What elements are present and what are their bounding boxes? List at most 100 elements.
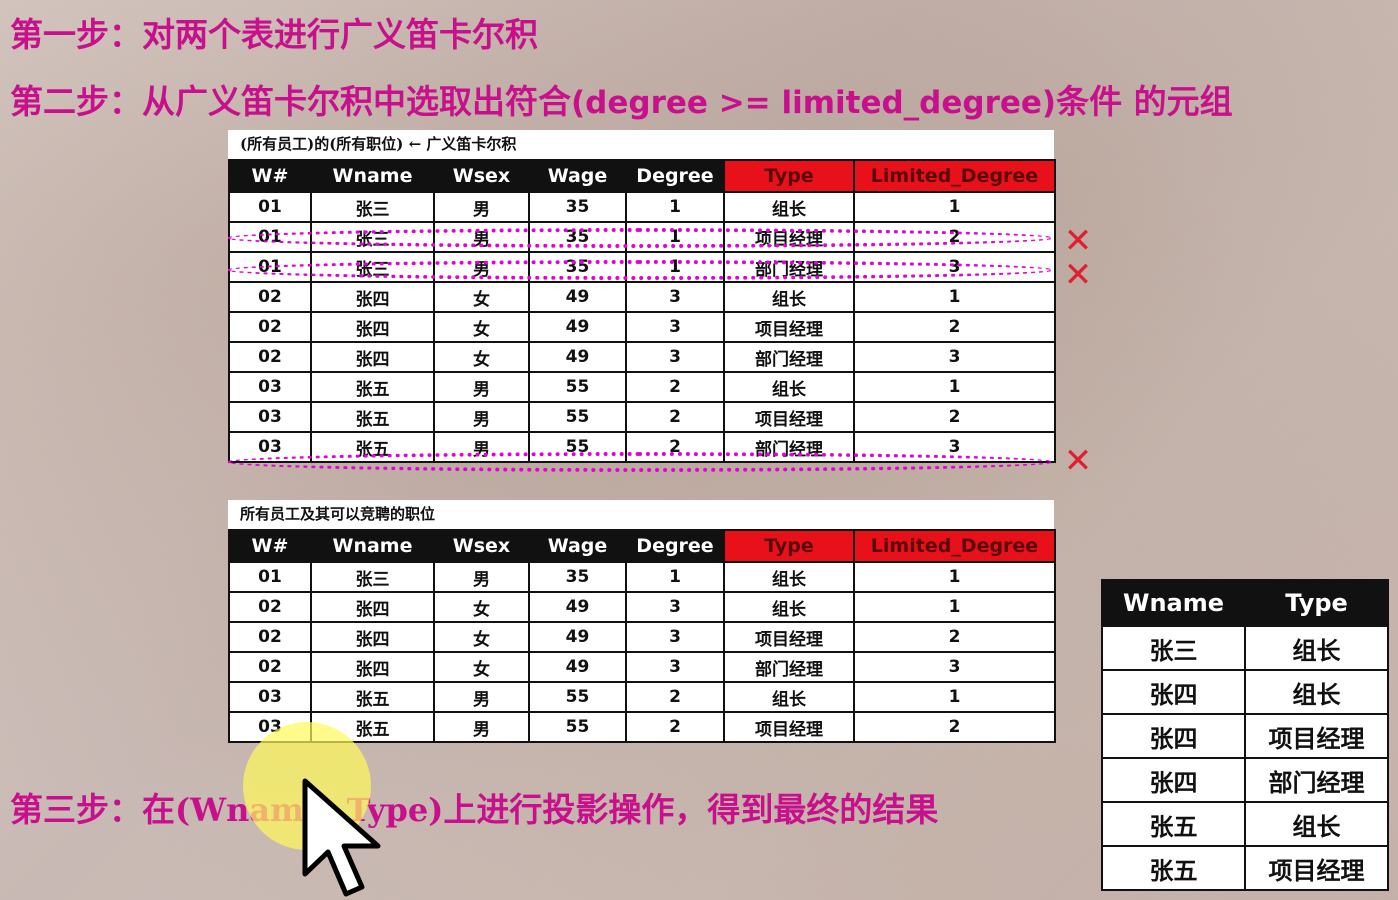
- step2-suffix: 条件 的元组: [1056, 82, 1233, 121]
- column-header: Wname: [310, 529, 435, 563]
- table-cell: 2: [853, 711, 1056, 743]
- table-row: 02 张四女 49 3 项目经理 2: [228, 311, 1056, 343]
- x-mark-icon: ✕: [1063, 255, 1093, 295]
- table-cell: 02: [228, 621, 312, 653]
- table-cell: 张三: [310, 191, 435, 223]
- table-cell: 女: [433, 341, 530, 373]
- table-cell: 02: [228, 311, 312, 343]
- strike-row-9: [226, 452, 1054, 472]
- column-header: W#: [228, 159, 312, 193]
- column-header: Limited_Degree: [853, 159, 1056, 193]
- table-cell: 1: [853, 591, 1056, 623]
- table-cell: 01: [228, 191, 312, 223]
- table-cell: 35: [528, 561, 627, 593]
- column-header: Wage: [528, 529, 627, 563]
- cartesian-product-table: (所有员工)的(所有职位) ← 广义笛卡尔积 W# Wname Wsex Wage De…: [228, 130, 1056, 463]
- table-row: 01 张三男 35 1 组长 1: [228, 191, 1056, 223]
- table-cell: 55: [528, 401, 627, 433]
- table-cell: 张四: [310, 621, 435, 653]
- table-cell: 2: [625, 371, 725, 403]
- table-cell: 55: [528, 711, 627, 743]
- table-cell: 组长: [723, 371, 855, 403]
- table2-header-row: W# Wname Wsex Wage Degree Type Limited_Degree: [228, 529, 1056, 563]
- table-cell: 3: [625, 281, 725, 313]
- result-body: 张三 组长 张四 组长 张四 项目经理 张四 部门经理 张五 组长 张五 项目经理: [1101, 625, 1389, 891]
- table-cell: 张四: [310, 341, 435, 373]
- table-cell: 02: [228, 591, 312, 623]
- table-cell: 张三: [310, 561, 435, 593]
- table-cell: 03: [228, 401, 312, 433]
- table-cell: 49: [528, 281, 627, 313]
- selection-result-table: 所有员工及其可以竞聘的职位 W# Wname Wsex Wage Degree Type L…: [228, 500, 1056, 743]
- table-cell: 1: [853, 561, 1056, 593]
- column-header: Type: [723, 159, 855, 193]
- step1-text: 第一步：对两个表进行广义笛卡尔积: [10, 15, 538, 54]
- table-cell: 项目经理: [723, 711, 855, 743]
- table-cell: 张四: [310, 281, 435, 313]
- table-cell: 张五: [310, 401, 435, 433]
- table-cell: 项目经理: [723, 621, 855, 653]
- table-cell: 组长: [723, 281, 855, 313]
- column-header: Wsex: [433, 529, 530, 563]
- table-cell: 55: [528, 371, 627, 403]
- table-cell: 张四: [310, 591, 435, 623]
- table-cell: 张四: [310, 651, 435, 683]
- table-cell: 张四: [1101, 757, 1246, 803]
- step2-prefix: 第二步：从广义笛卡尔积中选取出符合: [10, 82, 571, 121]
- table-cell: 3: [625, 591, 725, 623]
- step3-prefix: 第三步：在: [10, 790, 175, 829]
- mouse-cursor-icon: [302, 778, 381, 897]
- table-cell: 35: [528, 191, 627, 223]
- table-cell: 3: [625, 311, 725, 343]
- step3-suffix: 上进行投影操作，得到最终的结果: [443, 790, 939, 829]
- table-cell: 男: [433, 561, 530, 593]
- table-row: 张四 项目经理: [1101, 713, 1389, 759]
- table-cell: 组长: [1244, 625, 1389, 671]
- table-cell: 张四: [1101, 669, 1246, 715]
- table2-caption: 所有员工及其可以竞聘的职位: [228, 500, 1054, 529]
- table-cell: 02: [228, 341, 312, 373]
- table-cell: 01: [228, 561, 312, 593]
- table-cell: 部门经理: [1244, 757, 1389, 803]
- table-cell: 男: [433, 711, 530, 743]
- column-header: Wsex: [433, 159, 530, 193]
- table-cell: 张四: [1101, 713, 1246, 759]
- table-cell: 男: [433, 681, 530, 713]
- table1-caption: (所有员工)的(所有职位) ← 广义笛卡尔积: [228, 130, 1054, 159]
- table-cell: 3: [625, 651, 725, 683]
- table-cell: 1: [625, 191, 725, 223]
- step2-condition: (degree >= limited_degree): [571, 85, 1057, 121]
- column-header: W#: [228, 529, 312, 563]
- table-row: 02 张四女 49 3 项目经理 2: [228, 621, 1056, 653]
- table-cell: 男: [433, 191, 530, 223]
- table-cell: 张四: [310, 311, 435, 343]
- table-cell: 3: [853, 341, 1056, 373]
- table-cell: 2: [625, 681, 725, 713]
- table-cell: 组长: [723, 681, 855, 713]
- column-header: Wage: [528, 159, 627, 193]
- table-cell: 2: [625, 711, 725, 743]
- table-cell: 部门经理: [723, 651, 855, 683]
- step2-text: 第二步：从广义笛卡尔积中选取出符合(degree >= limited_degr…: [10, 75, 1233, 123]
- table-cell: 1: [853, 681, 1056, 713]
- column-header: Degree: [625, 529, 725, 563]
- strike-row-3: [226, 260, 1054, 280]
- result-header-row: Wname Type: [1101, 579, 1389, 627]
- table-cell: 张五: [310, 681, 435, 713]
- table-cell: 02: [228, 651, 312, 683]
- x-mark-icon: ✕: [1063, 441, 1093, 481]
- step3-text: 第三步：在(Wname, Type)上进行投影操作，得到最终的结果: [10, 783, 938, 831]
- table-cell: 项目经理: [723, 401, 855, 433]
- table-cell: 张五: [1101, 801, 1246, 847]
- table-row: 张五 组长: [1101, 801, 1389, 847]
- table-cell: 3: [625, 621, 725, 653]
- table-cell: 女: [433, 311, 530, 343]
- table-cell: 张五: [310, 371, 435, 403]
- table-cell: 女: [433, 621, 530, 653]
- projection-result-table: Wname Type 张三 组长 张四 组长 张四 项目经理 张四 部门经理 张五 组长 张五 项目经理: [1101, 579, 1389, 891]
- table-cell: 49: [528, 651, 627, 683]
- table2-body: 01 张三男 35 1 组长 1 02 张四女 49 3 组长 1 02 张四女 49 3 项目经理 2 02 张四女…: [228, 561, 1056, 743]
- table-row: 03 张五男 55 2 项目经理 2: [228, 401, 1056, 433]
- table1-header-row: W# Wname Wsex Wage Degree Type Limited_Degree: [228, 159, 1056, 193]
- table-row: 张三 组长: [1101, 625, 1389, 671]
